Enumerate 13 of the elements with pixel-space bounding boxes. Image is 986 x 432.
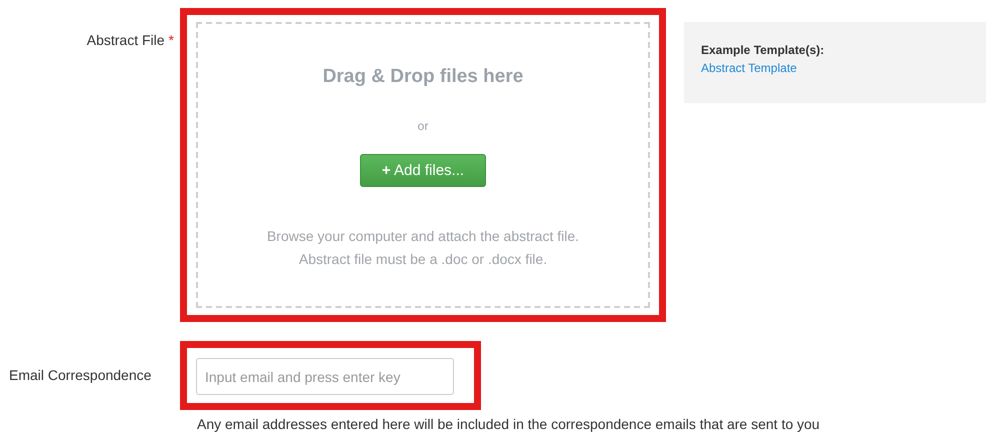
field-label: Abstract File xyxy=(86,32,165,48)
email-input[interactable]: Input email and press enter key xyxy=(196,358,454,395)
required-mark: * xyxy=(168,32,174,48)
add-files-button[interactable]: + Add files... xyxy=(360,154,486,187)
drop-title: Drag & Drop files here xyxy=(322,66,524,88)
field-label: Email Correspondence xyxy=(9,367,152,383)
separator-text: or xyxy=(418,119,428,133)
template-heading: Example Template(s): xyxy=(701,43,826,57)
drop-zone[interactable]: Drag & Drop files here or + Add files... Browse your computer and attach the abstract file. Abstract file must be a .doc or .docx file. xyxy=(196,22,650,308)
template-link[interactable]: Abstract Template xyxy=(701,61,969,75)
help-text: Any email addresses entered here will be included in the correspondence emails that are sent to you xyxy=(197,416,820,432)
hint-text: Browse your computer and attach the abstract file. xyxy=(266,227,580,246)
hint-text: Abstract file must be a .doc or .docx file. xyxy=(298,250,548,269)
